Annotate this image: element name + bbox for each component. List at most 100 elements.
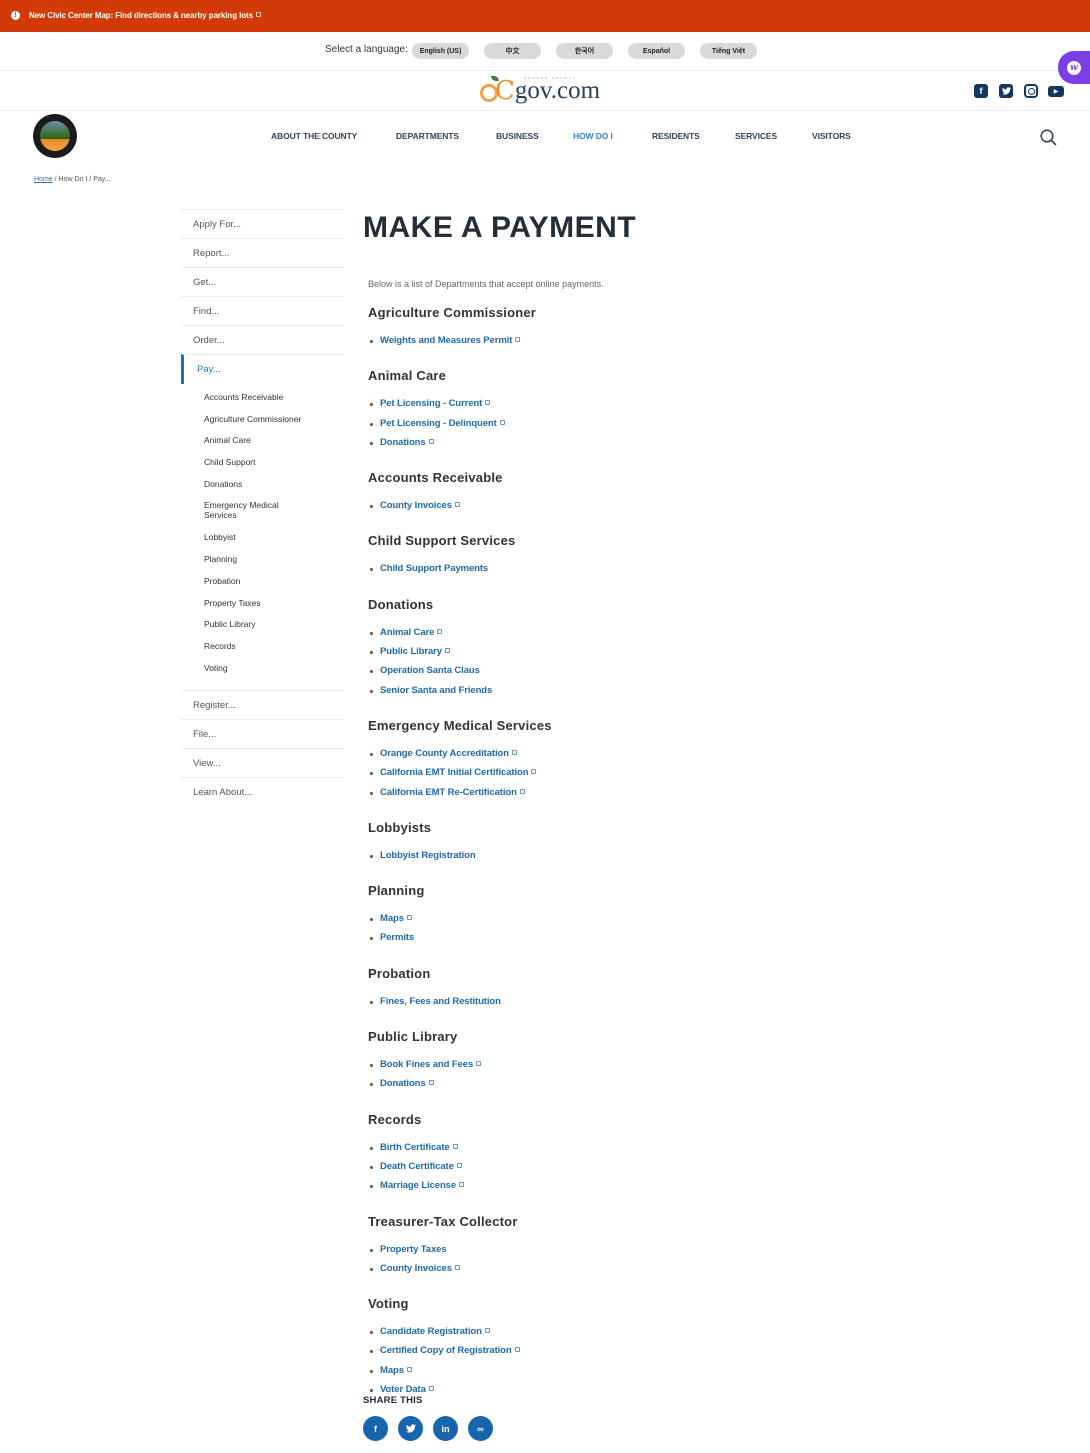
payment-link[interactable]: Candidate Registration: [380, 1326, 490, 1337]
payment-link[interactable]: Pet Licensing - Current: [380, 398, 491, 409]
search-icon[interactable]: [1040, 129, 1057, 146]
list-item: Certified Copy of Registration: [368, 1345, 963, 1364]
payment-link[interactable]: Property Taxes: [380, 1244, 447, 1255]
sidebar-subitem-accounts-receivable[interactable]: Accounts Receivable: [181, 388, 344, 410]
sidebar-subitem-lobbyist[interactable]: Lobbyist: [181, 528, 344, 550]
section-heading: Child Support Services: [368, 533, 516, 549]
payment-link[interactable]: Child Support Payments: [380, 563, 488, 574]
external-link-icon: [428, 438, 434, 444]
lang-korean[interactable]: 한국어: [556, 43, 613, 59]
bullet-icon: [370, 1064, 373, 1068]
payment-link[interactable]: Birth Certificate: [380, 1142, 458, 1153]
lang-spanish[interactable]: Español: [628, 43, 685, 59]
sidebar-item-pay[interactable]: Pay...: [181, 354, 344, 384]
payment-link[interactable]: Donations: [380, 437, 434, 448]
ocgov-logo[interactable]: C gov.com ORANGE COUNTY: [480, 76, 600, 106]
nav-residents[interactable]: RESIDENTS: [652, 131, 700, 141]
sidebar-item-apply-for[interactable]: Apply For...: [181, 209, 344, 238]
nav-services[interactable]: SERVICES: [735, 131, 777, 141]
payment-link[interactable]: Animal Care: [380, 627, 443, 638]
lang-english[interactable]: English (US): [412, 43, 469, 59]
sidebar-item-learn-about[interactable]: Learn About...: [181, 777, 344, 806]
payment-link[interactable]: Maps: [380, 913, 412, 924]
payment-link[interactable]: Certified Copy of Registration: [380, 1345, 520, 1356]
payment-link[interactable]: Operation Santa Claus: [380, 665, 480, 676]
payment-link-list: Maps Permits: [368, 913, 963, 952]
payment-link[interactable]: Book Fines and Fees: [380, 1059, 482, 1071]
sidebar-subitem-public-library[interactable]: Public Library: [181, 615, 344, 637]
share-facebook-button[interactable]: f: [363, 1416, 388, 1441]
payment-link-list: Orange County Accreditation California EM…: [368, 748, 963, 806]
payment-link[interactable]: Weights and Measures Permit: [380, 335, 521, 346]
sidebar-item-find[interactable]: Find...: [181, 296, 344, 325]
sidebar-item-view[interactable]: View...: [181, 748, 344, 777]
payment-link[interactable]: County Invoices: [380, 500, 460, 511]
payment-link-label: Book Fines and Fees: [380, 1059, 474, 1071]
external-link-icon: [511, 749, 517, 755]
link-icon: ∞: [477, 1423, 484, 1434]
alert-link[interactable]: New Civic Center Map: Find directions & …: [29, 11, 261, 20]
sidebar-subitem-animal-care[interactable]: Animal Care: [181, 431, 344, 453]
nav-about-the-county[interactable]: ABOUT THE COUNTY: [271, 131, 357, 141]
sidebar-item-order[interactable]: Order...: [181, 325, 344, 354]
linkedin-icon: in: [441, 1423, 450, 1434]
sidebar-subitem-child-support[interactable]: Child Support: [181, 453, 344, 475]
sidebar-subitem-property-taxes[interactable]: Property Taxes: [181, 594, 344, 616]
payment-link-label: Death Certificate: [380, 1160, 454, 1172]
payment-link[interactable]: Public Library: [380, 646, 450, 657]
payment-link[interactable]: Fines, Fees and Restitution: [380, 996, 501, 1007]
sidebar-subitem-planning[interactable]: Planning: [181, 550, 344, 572]
sidebar-subitem-records[interactable]: Records: [181, 637, 344, 659]
payment-link[interactable]: Permits: [380, 932, 414, 943]
payment-link[interactable]: Senior Santa and Friends: [380, 685, 492, 696]
payment-link[interactable]: Voter Data: [380, 1384, 434, 1395]
list-item: California EMT Initial Certification: [368, 767, 963, 786]
county-seal-logo[interactable]: [33, 114, 77, 158]
bullet-icon: [370, 1350, 373, 1354]
payment-link[interactable]: Death Certificate: [380, 1161, 462, 1172]
share-twitter-button[interactable]: [398, 1416, 423, 1441]
payment-link-label: Donations: [380, 1078, 426, 1090]
youtube-icon[interactable]: ▶: [1048, 86, 1064, 97]
list-item: Property Taxes: [368, 1244, 963, 1263]
sidebar-subitem-agriculture-commissioner[interactable]: Agriculture Commissioner: [181, 410, 344, 432]
nav-business[interactable]: BUSINESS: [496, 131, 539, 141]
payment-link[interactable]: California EMT Initial Certification: [380, 767, 537, 778]
payment-link-label: Birth Certificate: [380, 1141, 450, 1153]
payment-link[interactable]: County Invoices: [380, 1263, 460, 1274]
share-copy-link-button[interactable]: ∞: [468, 1416, 493, 1441]
lang-vietnamese[interactable]: Tiếng Việt: [700, 43, 757, 59]
payment-link[interactable]: Donations: [380, 1078, 434, 1089]
payment-link-list: Child Support Payments: [368, 563, 963, 582]
payment-link[interactable]: Maps: [380, 1365, 412, 1376]
list-item: Public Library: [368, 646, 963, 665]
bullet-icon: [370, 1248, 373, 1252]
sidebar-subitem-voting[interactable]: Voting: [181, 659, 344, 681]
nav-departments[interactable]: DEPARTMENTS: [396, 131, 459, 141]
bullet-icon: [370, 651, 373, 655]
external-link-icon: [444, 648, 450, 654]
lang-chinese[interactable]: 中文: [484, 43, 541, 59]
payment-link[interactable]: Orange County Accreditation: [380, 748, 517, 759]
sidebar-subitem-probation[interactable]: Probation: [181, 572, 344, 594]
nav-visitors[interactable]: VISITORS: [812, 131, 851, 141]
share-linkedin-button[interactable]: in: [433, 1416, 458, 1441]
payment-link[interactable]: Marriage License: [380, 1180, 465, 1191]
sidebar-subitem-donations[interactable]: Donations: [181, 475, 344, 497]
external-link-icon: [456, 1162, 462, 1168]
twitter-icon: [405, 1424, 416, 1433]
twitter-icon[interactable]: [999, 84, 1013, 98]
sidebar-item-report[interactable]: Report...: [181, 238, 344, 267]
payment-link[interactable]: Pet Licensing - Delinquent: [380, 418, 505, 429]
nav-how-do-i[interactable]: HOW DO I: [573, 131, 613, 141]
sidebar-item-file[interactable]: File...: [181, 719, 344, 748]
breadcrumb-home[interactable]: Home: [34, 176, 53, 183]
instagram-icon[interactable]: [1024, 84, 1038, 98]
sidebar-item-get[interactable]: Get...: [181, 267, 344, 296]
sidebar-subitem-emergency-medical-services[interactable]: Emergency Medical Services: [181, 496, 301, 528]
section-heading: Lobbyists: [368, 819, 432, 835]
payment-link[interactable]: California EMT Re-Certification: [380, 787, 525, 798]
facebook-icon[interactable]: f: [974, 84, 988, 98]
payment-link[interactable]: Lobbyist Registration: [380, 850, 476, 861]
sidebar-item-register[interactable]: Register...: [181, 690, 344, 719]
